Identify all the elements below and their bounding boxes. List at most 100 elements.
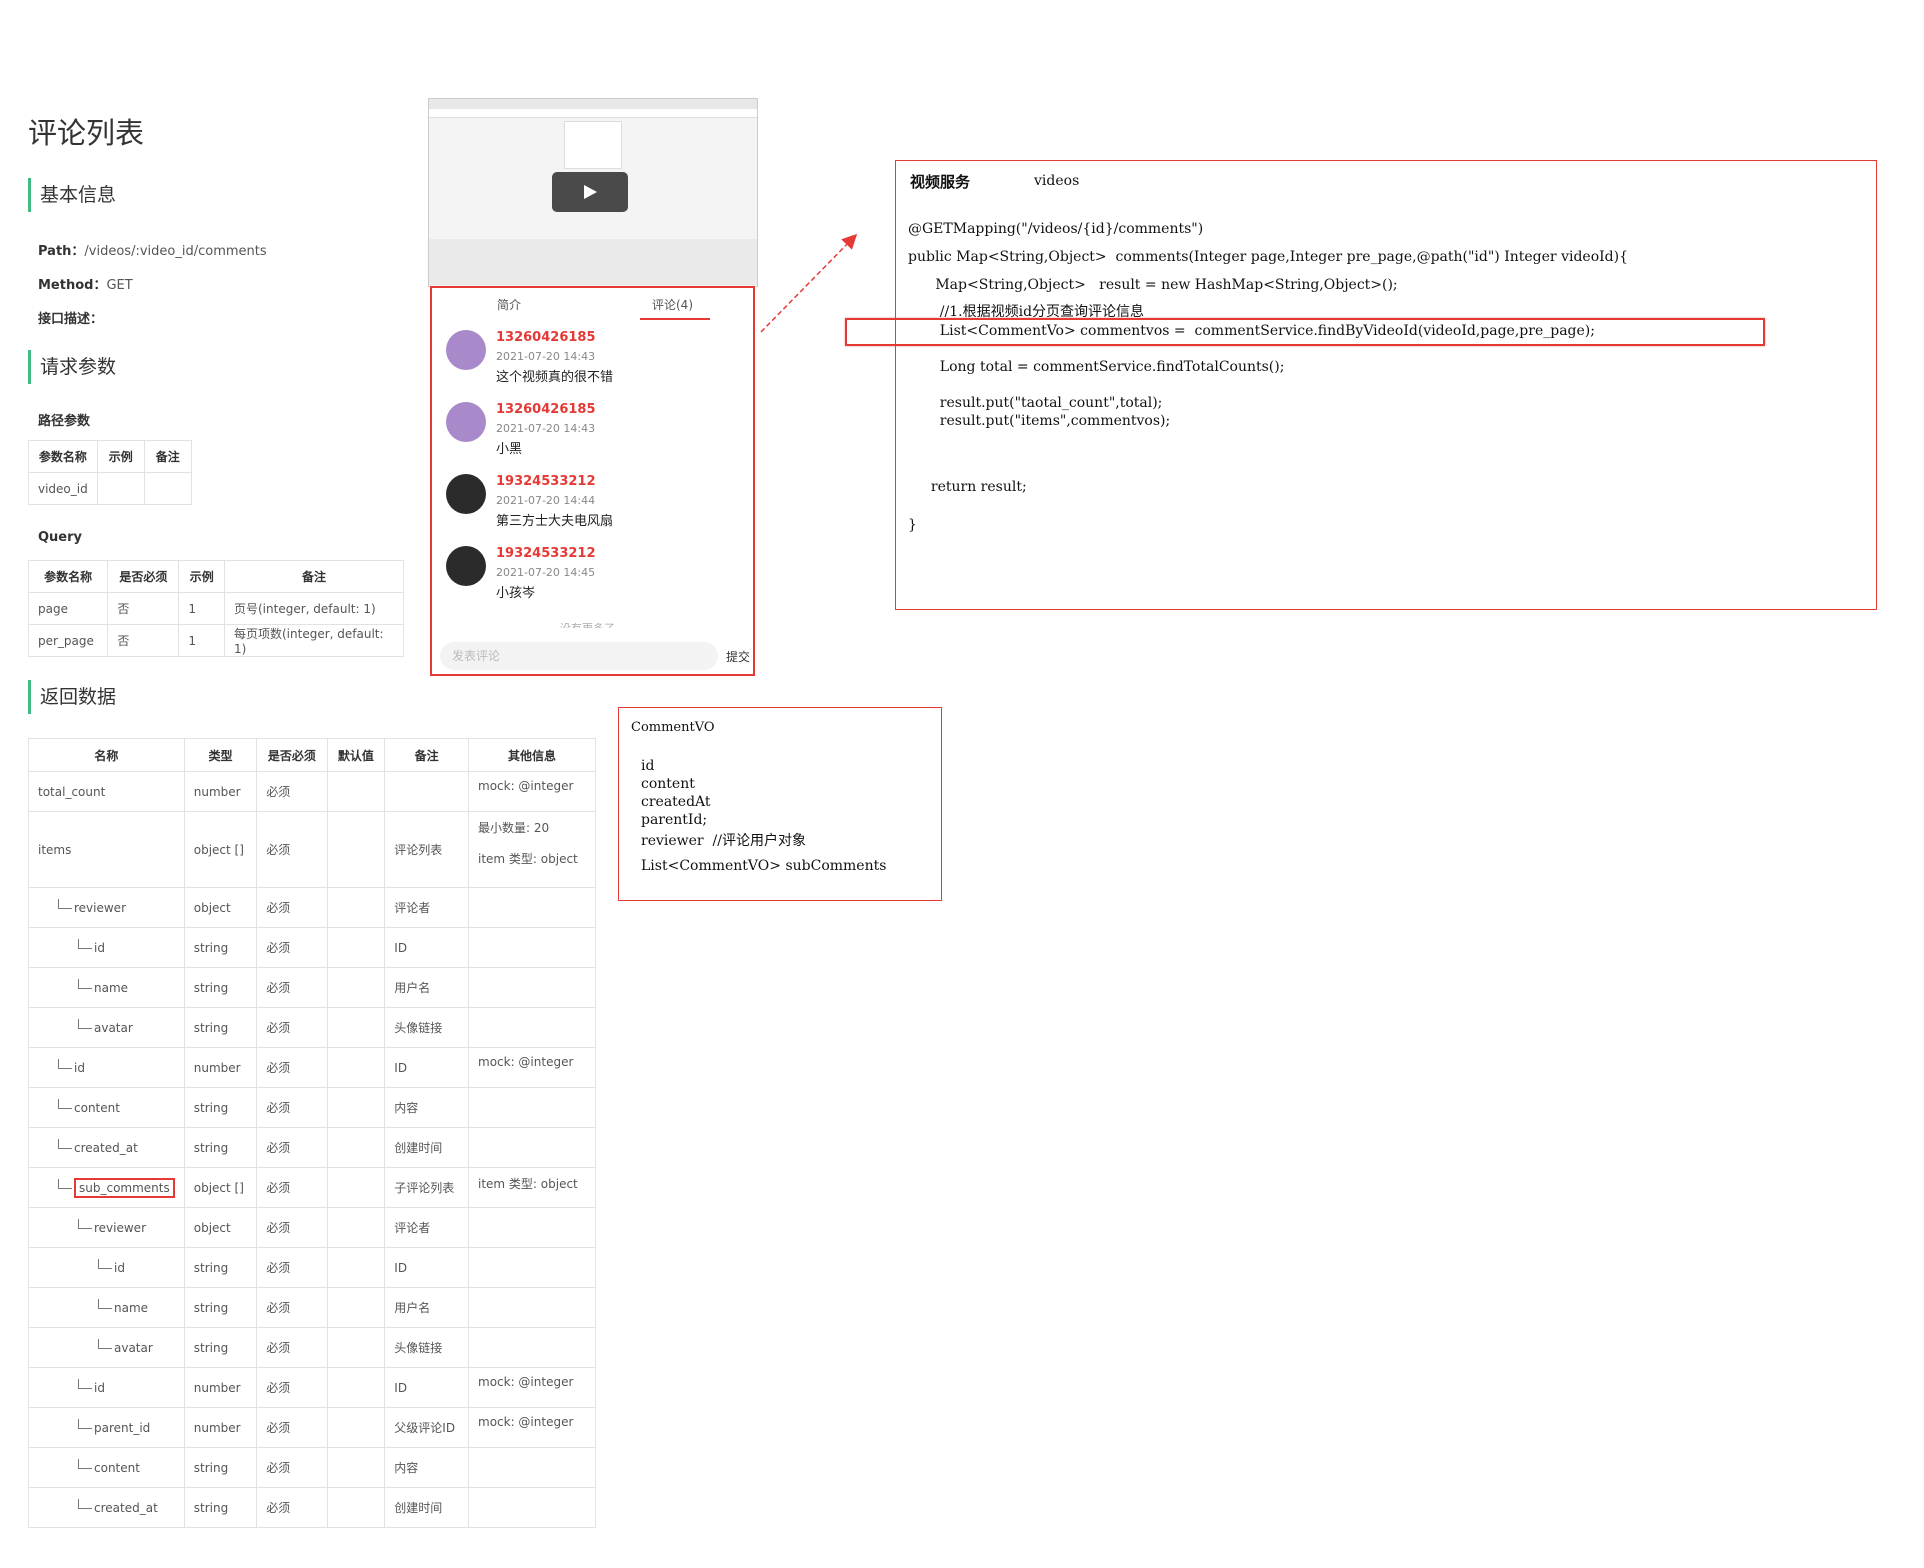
cell-other — [468, 1207, 596, 1248]
tab-intro[interactable]: 简介 — [497, 296, 521, 313]
path-value: /videos/:video_id/comments — [84, 244, 267, 259]
cell-name: parent_id — [28, 1407, 185, 1448]
submit-button[interactable]: 提交 — [726, 648, 750, 665]
other-info: item 类型: object — [478, 1177, 578, 1191]
other-info: 最小数量: 20 — [478, 821, 550, 835]
cell-note: 页号(integer, default: 1) — [224, 592, 404, 625]
field-name: reviewer — [74, 900, 127, 915]
cell-other — [468, 1127, 596, 1168]
cell-other: mock: @integer — [468, 1047, 596, 1088]
cell-default — [326, 1247, 386, 1288]
tab-comments[interactable]: 评论(4) — [652, 296, 693, 313]
comment-user[interactable]: 19324533212 — [496, 474, 596, 489]
comment-user[interactable]: 19324533212 — [496, 546, 596, 561]
cell-required: 必须 — [256, 811, 328, 888]
tree-branch-icon — [58, 1138, 72, 1149]
th-param-name: 参数名称 — [27, 560, 109, 593]
tree-branch-icon — [58, 1178, 72, 1189]
cell-type: string — [183, 1287, 258, 1328]
cell-note — [384, 771, 469, 812]
cell-other: mock: @integer — [468, 771, 596, 812]
cell-name: name — [28, 967, 185, 1008]
table-row: avatar string 必须 头像链接 — [28, 1327, 596, 1368]
cell-note: 头像链接 — [384, 1327, 469, 1368]
table-row: content string 必须 内容 — [28, 1087, 596, 1128]
avatar — [446, 330, 486, 370]
vo-title: CommentVO — [631, 720, 715, 735]
comment-user[interactable]: 13260426185 — [496, 402, 596, 417]
method-label: Method： — [38, 278, 107, 293]
field-name: created_at — [94, 1500, 158, 1515]
cell-note: 内容 — [384, 1447, 469, 1488]
cell-type: string — [183, 1447, 258, 1488]
cell-other — [468, 1087, 596, 1128]
tree-branch-icon — [98, 1258, 112, 1269]
cell-other: item 类型: object — [468, 1167, 596, 1208]
field-name: id — [114, 1260, 125, 1275]
method-value: GET — [106, 278, 133, 293]
cell-other — [468, 1447, 596, 1488]
table-row: id string 必须 ID — [28, 1247, 596, 1288]
comment-text: 这个视频真的很不错 — [496, 370, 614, 385]
cell-name: created_at — [28, 1127, 185, 1168]
cell-required: 必须 — [256, 1047, 328, 1088]
table-row: created_at string 必须 创建时间 — [28, 1487, 596, 1528]
field-name: created_at — [74, 1140, 138, 1155]
code-line: result.put("taotal_count",total); — [922, 395, 1163, 411]
tree-branch-icon — [78, 938, 92, 949]
cell-type: object — [183, 887, 258, 928]
cell-note: 每页项数(integer, default: 1) — [224, 624, 404, 657]
cell-type: number — [183, 1367, 258, 1408]
cell-note: 用户名 — [384, 1287, 469, 1328]
cell-other — [468, 927, 596, 968]
cell-type: string — [183, 927, 258, 968]
avatar — [446, 402, 486, 442]
cell-note: 评论者 — [384, 1207, 469, 1248]
tree-branch-icon — [78, 978, 92, 989]
th-type: 类型 — [183, 738, 258, 772]
query-heading: Query — [38, 530, 83, 545]
cell-example: 1 — [178, 592, 225, 625]
cell-type: object — [183, 1207, 258, 1248]
cell-type: object [] — [183, 811, 258, 888]
comment-input[interactable]: 发表评论 — [440, 642, 718, 670]
tree-branch-icon — [58, 1098, 72, 1109]
cell-example — [96, 472, 145, 505]
comment-text: 小孩岑 — [496, 586, 536, 601]
cell-default — [326, 1407, 386, 1448]
th-example: 示例 — [96, 440, 145, 473]
table-row: parent_id number 必须 父级评论ID mock: @integer — [28, 1407, 596, 1448]
cell-default — [326, 771, 386, 812]
cell-type: string — [183, 1247, 258, 1288]
cell-default — [326, 1087, 386, 1128]
cell-note: 评论者 — [384, 887, 469, 928]
table-row: id number 必须 ID mock: @integer — [28, 1047, 596, 1088]
table-row: per_page 否 1 每页项数(integer, default: 1) — [27, 624, 404, 657]
th-example: 示例 — [178, 560, 225, 593]
cell-required: 必须 — [256, 1167, 328, 1208]
other-info: mock: @integer — [478, 1055, 574, 1069]
tree-branch-icon — [98, 1298, 112, 1309]
cell-other — [468, 1287, 596, 1328]
field-name: sub_comments — [74, 1177, 175, 1198]
cell-required: 否 — [107, 624, 180, 657]
cell-other — [468, 967, 596, 1008]
code-line: result.put("items",commentvos); — [922, 413, 1171, 429]
cell-required: 否 — [107, 592, 180, 625]
field-name: items — [38, 842, 72, 857]
cell-default — [326, 1167, 386, 1208]
avatar — [446, 546, 486, 586]
play-button[interactable] — [552, 172, 628, 212]
cell-default — [326, 1007, 386, 1048]
comment-text: 第三方士大夫电风扇 — [496, 514, 614, 529]
cell-name: video_id — [28, 472, 98, 505]
comment-user[interactable]: 13260426185 — [496, 330, 596, 345]
cell-required: 必须 — [256, 927, 328, 968]
cell-name: name — [28, 1287, 185, 1328]
cell-name: avatar — [28, 1327, 185, 1368]
cell-name: sub_comments — [28, 1167, 185, 1208]
cell-required: 必须 — [256, 1207, 328, 1248]
th-required: 是否必须 — [256, 738, 328, 772]
field-name: avatar — [114, 1340, 153, 1355]
field-name: id — [94, 1380, 105, 1395]
